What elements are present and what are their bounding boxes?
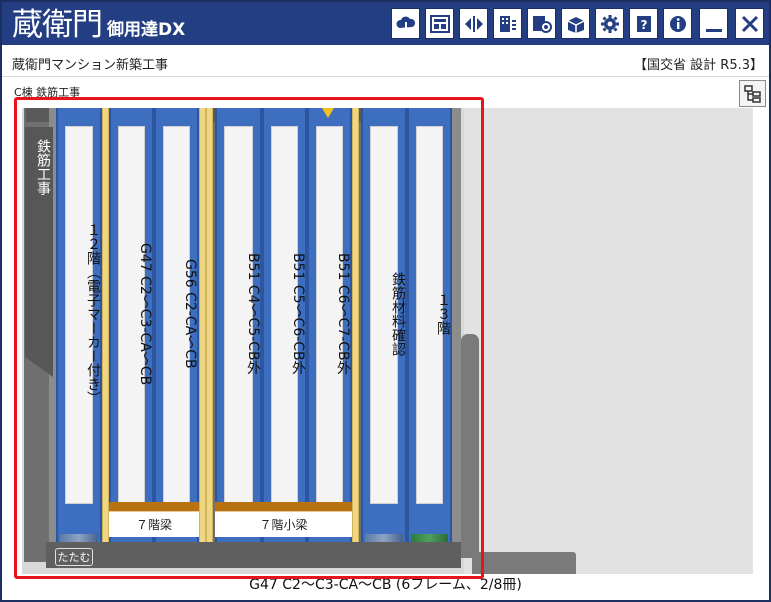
close-button[interactable]: [735, 8, 764, 39]
binder-b51-c5[interactable]: B51 C5～C6-CB外: [262, 108, 307, 544]
binder-title: G56 C2-CA～CB: [182, 259, 198, 369]
gear-button[interactable]: [595, 8, 624, 39]
fold-button[interactable]: たたむ: [55, 548, 93, 566]
building-list-icon: [499, 15, 516, 32]
binder-12f[interactable]: １２階（電子マーカー付き）: [56, 108, 102, 544]
logo-sub-text: 御用達DX: [107, 20, 186, 40]
binder-title: １２階（電子マーカー付き）: [85, 223, 101, 405]
category-side-tab-label: 鉄筋工事: [35, 139, 51, 195]
manual-book-icon: ?: [636, 15, 651, 32]
split-arrows-button[interactable]: [459, 8, 488, 39]
minimize-button[interactable]: [699, 8, 728, 39]
binder-title: B51 C6～C7-CB外: [335, 253, 351, 375]
current-binder-marker: [322, 108, 334, 118]
cabinet-wall-right: [452, 108, 461, 542]
close-icon: [741, 15, 758, 32]
group-band-7f-beam: [109, 502, 199, 511]
breadcrumb[interactable]: C棟 鉄筋工事: [14, 84, 80, 100]
binder-13f[interactable]: １３階: [407, 108, 452, 544]
settings-document-button[interactable]: [527, 8, 556, 39]
binder-b51-c4[interactable]: B51 C4～C5-CB外: [215, 108, 262, 544]
info-button[interactable]: [663, 8, 692, 39]
binder-g47[interactable]: G47 C2～C3-CA～CB: [109, 108, 154, 544]
info-icon: [669, 15, 686, 32]
binder-rebar-material[interactable]: 鉄筋材料確認: [361, 108, 407, 544]
group-label-7f-small-beam[interactable]: ７階小梁: [215, 511, 352, 537]
cloud-sync-icon: [395, 16, 415, 32]
app-window: 蔵衛門 御用達DX ? 蔵衛門マンション新築工事 【国交省 設計 R5.3】 C…: [0, 0, 771, 602]
binder-title: B51 C5～C6-CB外: [290, 253, 306, 375]
group-divider: [206, 108, 213, 542]
group-band-7f-small-beam: [215, 502, 352, 511]
shelf-floor-step: [472, 552, 576, 574]
project-name: 蔵衛門マンション新築工事: [12, 58, 169, 73]
svg-text:?: ?: [640, 18, 647, 32]
logo-main-text: 蔵衛門: [12, 7, 103, 43]
empty-shelf-area: [464, 108, 753, 574]
project-bar: 蔵衛門マンション新築工事 【国交省 設計 R5.3】: [2, 45, 769, 77]
photo-board-button[interactable]: [425, 8, 454, 39]
cabinet-floor: [46, 542, 461, 568]
cloud-sync-button[interactable]: [391, 8, 420, 39]
binder-title: B51 C4～C5-CB外: [245, 253, 261, 375]
binder-title: １３階: [435, 293, 451, 335]
manual-button[interactable]: ?: [629, 8, 658, 39]
shared-box-icon: [567, 16, 584, 33]
group-divider: [352, 108, 359, 542]
shared-box-button[interactable]: [561, 8, 590, 39]
title-bar: 蔵衛門 御用達DX ?: [2, 2, 769, 45]
settings-document-icon: [532, 15, 552, 33]
split-arrows-icon: [464, 15, 483, 32]
tree-view-icon: [743, 84, 761, 103]
status-text: G47 C2～C3-CA～CB (6フレーム、2/8冊): [249, 577, 522, 593]
app-logo: 蔵衛門 御用達DX: [12, 5, 185, 43]
project-standard: 【国交省 設計 R5.3】: [634, 58, 763, 73]
binder-b51-c6[interactable]: B51 C6～C7-CB外: [307, 108, 352, 544]
binder-title: G47 C2～C3-CA～CB: [137, 242, 153, 386]
tree-view-button[interactable]: [739, 80, 766, 107]
binder-title: 鉄筋材料確認: [390, 272, 406, 356]
shelf-side-post: [461, 334, 479, 558]
group-divider: [199, 108, 206, 542]
photo-board-icon: [429, 14, 450, 33]
gear-icon: [600, 14, 619, 33]
group-divider: [102, 108, 109, 542]
minimize-icon: [705, 28, 722, 32]
group-label-7f-beam[interactable]: ７階梁: [109, 511, 199, 537]
building-list-button[interactable]: [493, 8, 522, 39]
binder-g56[interactable]: G56 C2-CA～CB: [154, 108, 199, 544]
